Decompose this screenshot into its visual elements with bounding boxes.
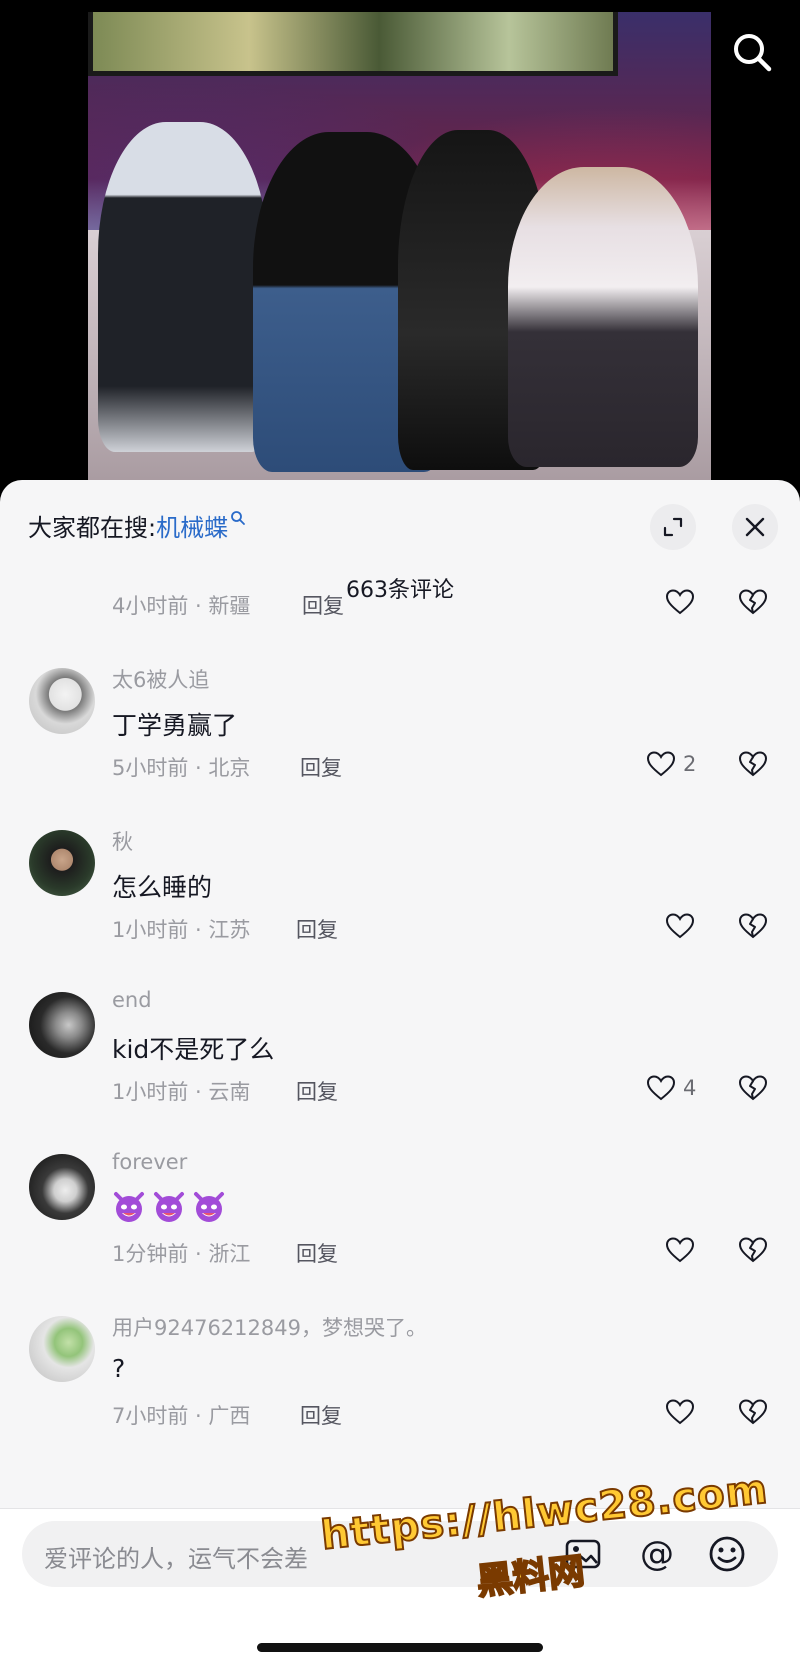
- broken-heart-icon: [738, 1237, 768, 1263]
- video-player[interactable]: [0, 0, 800, 490]
- devil-face-emoji: [114, 1192, 144, 1222]
- close-icon: [745, 517, 765, 537]
- video-frame-image: [88, 12, 711, 490]
- expand-button[interactable]: [650, 504, 696, 550]
- dislike-button[interactable]: [737, 748, 769, 780]
- person-figure: [508, 167, 698, 467]
- comment-input[interactable]: 爱评论的人，运气不会差 @: [22, 1521, 778, 1587]
- reply-button[interactable]: 回复: [300, 1400, 342, 1430]
- image-icon: [565, 1539, 601, 1569]
- avatar[interactable]: [29, 992, 95, 1058]
- heart-icon: [665, 1399, 695, 1425]
- comment-composer: 爱评论的人，运气不会差 @: [0, 1508, 800, 1662]
- avatar[interactable]: [29, 668, 95, 734]
- reply-button[interactable]: 回复: [296, 1076, 338, 1106]
- dislike-button[interactable]: [737, 1072, 769, 1104]
- reply-button[interactable]: 回复: [300, 752, 342, 782]
- broken-heart-icon: [738, 1075, 768, 1101]
- close-button[interactable]: [732, 504, 778, 550]
- like-count: 2: [683, 752, 697, 776]
- sheet-header: 大家都在搜:机械蝶: [0, 480, 800, 560]
- dislike-button[interactable]: [737, 910, 769, 942]
- search-icon: [231, 511, 245, 525]
- trending-prefix: 大家都在搜:: [28, 514, 157, 542]
- broken-heart-icon: [738, 751, 768, 777]
- comment-sheet: 大家都在搜:机械蝶 663条评论 4小时前 · 新疆 回复 太6被人追 丁学勇赢…: [0, 480, 800, 1662]
- broken-heart-icon: [738, 589, 768, 615]
- heart-icon: [646, 751, 676, 777]
- person-figure: [98, 122, 268, 452]
- comment-meta: 5小时前 · 北京: [112, 756, 251, 780]
- like-button[interactable]: [664, 1396, 696, 1428]
- heart-icon: [665, 913, 695, 939]
- comment-author[interactable]: forever: [112, 1150, 187, 1174]
- dislike-button[interactable]: [737, 1396, 769, 1428]
- comment-text: kid不是死了么: [112, 1035, 275, 1064]
- like-button[interactable]: [664, 910, 696, 942]
- like-count: 4: [683, 1076, 697, 1100]
- reply-button[interactable]: 回复: [296, 1238, 338, 1268]
- search-button[interactable]: [730, 30, 774, 74]
- comment-author[interactable]: 用户92476212849，梦想哭了。: [112, 1312, 427, 1342]
- emoji-button[interactable]: [706, 1533, 748, 1575]
- comment-text: 丁学勇赢了: [112, 711, 238, 740]
- expand-icon: [663, 517, 683, 537]
- search-icon: [734, 34, 772, 72]
- dislike-button[interactable]: [737, 586, 769, 618]
- comment-emoji-row: [112, 1190, 226, 1224]
- like-button[interactable]: 2: [645, 748, 696, 780]
- comment-meta: 7小时前 · 广西: [112, 1404, 251, 1428]
- home-indicator: [257, 1643, 543, 1652]
- comment-author[interactable]: end: [112, 988, 152, 1012]
- like-button[interactable]: [664, 1234, 696, 1266]
- avatar[interactable]: [29, 1154, 95, 1220]
- heart-icon: [646, 1075, 676, 1101]
- broken-heart-icon: [738, 913, 768, 939]
- reply-button[interactable]: 回复: [302, 590, 344, 620]
- comment-meta: 4小时前 · 新疆: [112, 594, 251, 618]
- dislike-button[interactable]: [737, 1234, 769, 1266]
- reply-button[interactable]: 回复: [296, 914, 338, 944]
- heart-icon: [665, 1237, 695, 1263]
- trending-search[interactable]: 大家都在搜:机械蝶: [28, 508, 246, 543]
- comment-author[interactable]: 太6被人追: [112, 664, 209, 694]
- comment-meta: 1小时前 · 云南: [112, 1080, 251, 1104]
- heart-icon: [665, 589, 695, 615]
- comment-text: 怎么睡的: [112, 873, 213, 902]
- comment-meta: 1小时前 · 江苏: [112, 918, 251, 942]
- devil-face-emoji: [154, 1192, 184, 1222]
- comment-input-placeholder: 爱评论的人，运气不会差: [44, 1545, 308, 1573]
- comment-text: ?: [112, 1354, 126, 1383]
- avatar[interactable]: [29, 1316, 95, 1382]
- like-button[interactable]: [664, 586, 696, 618]
- image-button[interactable]: [562, 1533, 604, 1575]
- avatar[interactable]: [29, 830, 95, 896]
- devil-face-emoji: [194, 1192, 224, 1222]
- trending-keyword[interactable]: 机械蝶: [156, 514, 228, 542]
- broken-heart-icon: [738, 1399, 768, 1425]
- emoji-icon: [709, 1536, 745, 1572]
- mention-button[interactable]: @: [636, 1533, 678, 1575]
- comment-meta: 1分钟前 · 浙江: [112, 1242, 251, 1266]
- like-button[interactable]: 4: [645, 1072, 696, 1104]
- comment-author[interactable]: 秋: [112, 826, 133, 856]
- tv-screen: [88, 12, 618, 76]
